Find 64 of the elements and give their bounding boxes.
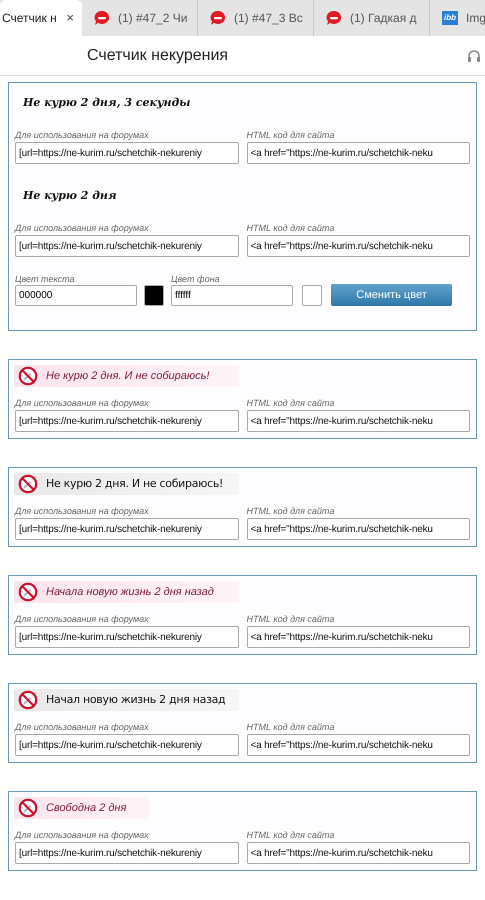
no-smoking-icon <box>18 366 38 386</box>
field-label: HTML код для сайта <box>246 505 336 518</box>
speech-bubble-icon <box>326 10 342 26</box>
field-label: Для использования на форумах <box>15 222 150 235</box>
no-smoking-icon <box>18 690 38 710</box>
banner-text: Не курю 2 дня. И не собираюсь! <box>46 476 224 492</box>
banner-text: Начала новую жизнь 2 дня назад <box>46 584 214 600</box>
forum-code-field[interactable]: [url=https://ne-kurim.ru/schetchik-nekureniy <box>15 842 238 864</box>
browser-tab[interactable]: ibb Img <box>430 0 485 36</box>
page-title: Счетчик некурения <box>87 46 228 66</box>
field-label: HTML код для сайта <box>246 397 336 410</box>
field-label: Цвет текста <box>15 273 76 285</box>
tab-title: Счетчик н <box>2 10 57 27</box>
html-code-field[interactable]: <a href="https://ne-kurim.ru/schetchik-neku <box>246 842 470 864</box>
background-color-field[interactable]: ffffff <box>171 285 293 306</box>
color-swatch[interactable] <box>302 285 322 306</box>
speech-bubble-icon <box>94 10 110 26</box>
color-swatch[interactable] <box>144 285 164 306</box>
field-label: Цвет фона <box>171 273 221 285</box>
counter-text: Не курю 2 дня <box>22 188 117 204</box>
field-label: Для использования на форумах <box>15 397 150 410</box>
close-icon[interactable]: × <box>66 8 74 28</box>
html-code-field[interactable]: <a href="https://ne-kurim.ru/schetchik-neku <box>246 142 470 164</box>
html-code-field[interactable]: <a href="https://ne-kurim.ru/schetchik-neku <box>246 626 470 648</box>
tab-title: (1) #47_2 Чи <box>118 10 188 27</box>
field-label: Для использования на форумах <box>15 505 150 518</box>
html-code-field[interactable]: <a href="https://ne-kurim.ru/schetchik-neku <box>246 734 470 756</box>
banner-text: Не курю 2 дня. И не собираюсь! <box>46 368 210 384</box>
field-label: Для использования на форумах <box>15 829 150 842</box>
browser-tab[interactable]: (1) #47_2 Чи <box>82 0 198 36</box>
html-code-field[interactable]: <a href="https://ne-kurim.ru/schetchik-neku <box>246 410 470 432</box>
field-label: HTML код для сайта <box>246 721 336 734</box>
browser-tab[interactable]: Счетчик н × <box>0 0 82 36</box>
field-label: Для использования на форумах <box>15 613 150 626</box>
no-smoking-icon <box>18 798 38 818</box>
field-label: HTML код для сайта <box>246 129 336 142</box>
headphones-icon[interactable] <box>467 48 481 62</box>
field-label: HTML код для сайта <box>246 613 336 626</box>
field-label: Для использования на форумах <box>15 721 150 734</box>
field-label: Для использования на форумах <box>15 129 150 142</box>
tab-title: (1) Гадкая д <box>350 10 417 27</box>
change-color-button[interactable]: Сменить цвет <box>331 284 452 306</box>
forum-code-field[interactable]: [url=https://ne-kurim.ru/schetchik-nekureniy <box>15 518 238 540</box>
no-smoking-icon <box>18 582 38 602</box>
counter-text: Не курю 2 дня, 3 секунды <box>22 94 190 111</box>
field-label: HTML код для сайта <box>246 829 336 842</box>
html-code-field[interactable]: <a href="https://ne-kurim.ru/schetchik-neku <box>246 235 470 257</box>
tab-title: (1) #47_3 Вс <box>234 10 303 27</box>
forum-code-field[interactable]: [url=https://ne-kurim.ru/schetchik-nekureniy <box>15 142 238 164</box>
text-color-field[interactable]: 000000 <box>15 285 137 306</box>
banner-text: Начал новую жизнь 2 дня назад <box>46 692 226 708</box>
logo-icon: ibb <box>442 11 458 25</box>
forum-code-field[interactable]: [url=https://ne-kurim.ru/schetchik-nekureniy <box>15 626 238 648</box>
banner-text: Свободна 2 дня <box>46 800 126 816</box>
forum-code-field[interactable]: [url=https://ne-kurim.ru/schetchik-nekureniy <box>15 410 238 432</box>
forum-code-field[interactable]: [url=https://ne-kurim.ru/schetchik-nekureniy <box>15 734 238 756</box>
no-smoking-icon <box>18 474 38 494</box>
forum-code-field[interactable]: [url=https://ne-kurim.ru/schetchik-nekureniy <box>15 235 238 257</box>
speech-bubble-icon <box>210 10 226 26</box>
tab-title: Img <box>466 10 485 27</box>
html-code-field[interactable]: <a href="https://ne-kurim.ru/schetchik-neku <box>246 518 470 540</box>
field-label: HTML код для сайта <box>246 222 336 235</box>
browser-tab[interactable]: (1) #47_3 Вс <box>198 0 314 36</box>
browser-tab[interactable]: (1) Гадкая д <box>314 0 430 36</box>
